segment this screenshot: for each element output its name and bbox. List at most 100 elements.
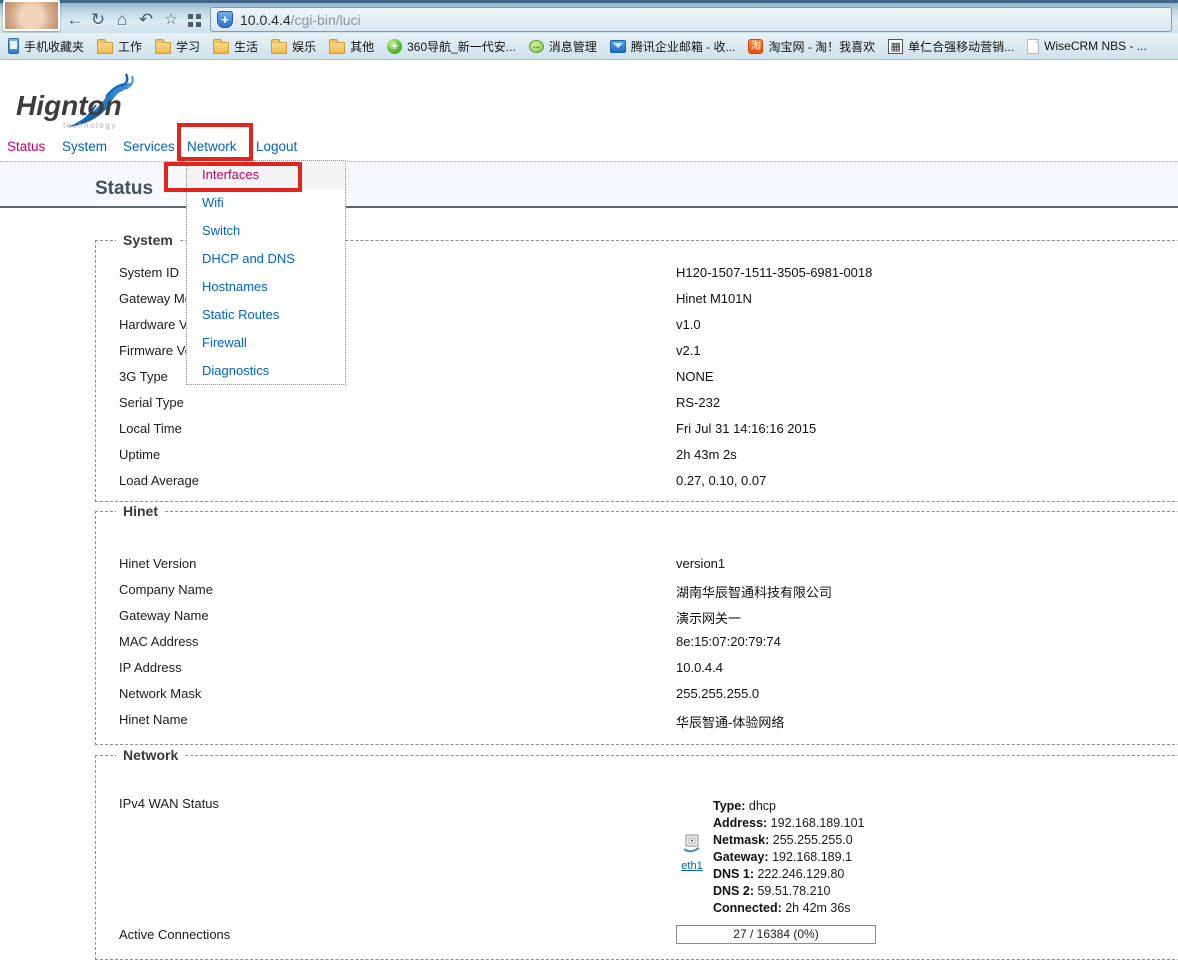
bookmark-item[interactable]: 娱乐 xyxy=(271,38,316,55)
menu-item-diagnostics[interactable]: Diagnostics xyxy=(187,357,345,385)
highlight-box-interfaces xyxy=(164,162,302,192)
highlight-box-network xyxy=(177,123,253,161)
star-icon[interactable]: ☆ xyxy=(159,8,183,32)
info-row: Serial Type RS-232 xyxy=(96,390,1178,416)
row-value: Hinet M101N xyxy=(676,291,752,306)
nav-item-logout[interactable]: Logout xyxy=(256,139,297,154)
home-icon[interactable]: ⌂ xyxy=(110,8,134,32)
360-icon xyxy=(387,39,402,54)
bookmark-label: 单仁合强移动营销... xyxy=(908,38,1014,55)
interface-eth1[interactable]: eth1 xyxy=(679,834,705,872)
apps-grid-icon[interactable] xyxy=(188,14,201,27)
row-value: RS-232 xyxy=(676,395,720,410)
bookmark-item[interactable]: 360导航_新一代安... xyxy=(387,38,516,55)
nav-item-status[interactable]: Status xyxy=(7,139,45,154)
bookmark-item[interactable]: 生活 xyxy=(213,38,258,55)
mail-icon xyxy=(610,40,626,53)
folder-icon xyxy=(155,42,171,54)
row-value: v2.1 xyxy=(676,343,701,358)
row-value: version1 xyxy=(676,556,725,571)
bookmark-label: 娱乐 xyxy=(292,38,316,55)
row-label: Hinet Name xyxy=(119,712,188,727)
bookmark-label: WiseCRM NBS - ... xyxy=(1044,39,1147,53)
row-label: Gateway Name xyxy=(119,608,209,623)
info-row: Hinet Name 华辰智通-体验网络 xyxy=(96,707,1178,733)
back-icon[interactable]: ← xyxy=(63,8,87,32)
row-label: Load Average xyxy=(119,473,199,488)
bookmark-item[interactable]: WiseCRM NBS - ... xyxy=(1027,39,1147,54)
wan-detail-line: Gateway: 192.168.189.1 xyxy=(713,849,865,866)
url-path: /cgi-bin/luci xyxy=(291,12,361,28)
row-label: Uptime xyxy=(119,447,160,462)
row-value: 2h 43m 2s xyxy=(676,447,737,462)
bookmark-item[interactable]: 消息管理 xyxy=(529,38,597,55)
brand-logo: Hignton xyxy=(16,90,122,122)
bookmarks-bar: 手机收藏夹 工作 学习 生活 娱乐 其他 360导航_新一代安... 消息管理 … xyxy=(0,33,1178,60)
bookmark-item[interactable]: 工作 xyxy=(97,38,142,55)
menu-item-switch[interactable]: Switch xyxy=(187,217,345,245)
row-value: 8e:15:07:20:79:74 xyxy=(676,634,781,649)
connections-progress-bar: 27 / 16384 (0%) xyxy=(676,925,876,944)
menu-item-firewall[interactable]: Firewall xyxy=(187,329,345,357)
nav-item-services[interactable]: Services xyxy=(123,139,175,154)
info-row: Network Mask255.255.255.0 xyxy=(96,681,1178,707)
info-row: MAC Address8e:15:07:20:79:74 xyxy=(96,629,1178,655)
info-row: Uptime 2h 43m 2s xyxy=(96,442,1178,468)
url-text: 10.0.4.4/cgi-bin/luci xyxy=(240,12,361,28)
active-connections-label: Active Connections xyxy=(119,927,230,942)
page-icon xyxy=(1027,39,1039,54)
row-label: 3G Type xyxy=(119,369,168,384)
bookmark-label: 学习 xyxy=(176,38,200,55)
page-title: Status xyxy=(95,178,153,200)
eth1-link[interactable]: eth1 xyxy=(679,860,705,872)
folder-icon xyxy=(97,42,113,54)
bookmark-label: 消息管理 xyxy=(549,38,597,55)
wan-status-label: IPv4 WAN Status xyxy=(119,796,219,811)
phone-icon xyxy=(8,38,19,54)
marketing-icon xyxy=(888,39,903,54)
address-bar[interactable]: + 10.0.4.4/cgi-bin/luci xyxy=(210,7,1172,32)
undo-icon[interactable]: ↶ xyxy=(134,8,158,32)
menu-item-static-routes[interactable]: Static Routes xyxy=(187,301,345,329)
row-value: v1.0 xyxy=(676,317,701,332)
bookmark-item[interactable]: 学习 xyxy=(155,38,200,55)
bookmark-item[interactable]: 腾讯企业邮箱 - 收... xyxy=(610,38,736,55)
bookmark-label: 工作 xyxy=(118,38,142,55)
wan-detail-line: Connected: 2h 42m 36s xyxy=(713,900,865,917)
info-row: Company Name湖南华辰智通科技有限公司 xyxy=(96,577,1178,603)
menu-item-dhcp-and-dns[interactable]: DHCP and DNS xyxy=(187,245,345,273)
row-label: IP Address xyxy=(119,660,182,675)
row-label: Local Time xyxy=(119,421,182,436)
info-row: Local TimeFri Jul 31 14:16:16 2015 xyxy=(96,416,1178,442)
row-value: 华辰智通-体验网络 xyxy=(676,712,784,731)
row-label: Hinet Version xyxy=(119,556,196,571)
nav-item-system[interactable]: System xyxy=(62,139,107,154)
menu-item-hostnames[interactable]: Hostnames xyxy=(187,273,345,301)
user-avatar[interactable] xyxy=(3,0,60,31)
row-value: 湖南华辰智通科技有限公司 xyxy=(676,582,832,601)
row-label: Network Mask xyxy=(119,686,201,701)
refresh-icon[interactable]: ↻ xyxy=(86,8,110,32)
bookmark-item[interactable]: 手机收藏夹 xyxy=(8,38,84,55)
bookmark-label: 手机收藏夹 xyxy=(24,38,84,55)
bookmark-item[interactable]: 其他 xyxy=(329,38,374,55)
bookmark-label: 其他 xyxy=(350,38,374,55)
folder-icon xyxy=(329,42,345,54)
info-row: Gateway Name演示网关一 xyxy=(96,603,1178,629)
row-value: H120-1507-1511-3505-6981-0018 xyxy=(676,265,872,280)
info-row: Load Average0.27, 0.10, 0.07 xyxy=(96,468,1178,494)
hinet-section: Hinet Hinet Versionversion1 Company Name… xyxy=(95,511,1178,745)
bookmark-label: 360导航_新一代安... xyxy=(407,38,516,55)
bookmark-item[interactable]: 淘宝网 - 淘！我喜欢 xyxy=(748,38,875,55)
wan-detail-line: Type: dhcp xyxy=(713,798,865,815)
shield-plus-icon[interactable]: + xyxy=(217,11,233,28)
wan-detail-line: Address: 192.168.189.101 xyxy=(713,815,865,832)
info-row: Hinet Version version1 xyxy=(96,551,1178,577)
bookmark-label: 生活 xyxy=(234,38,258,55)
bookmark-label: 腾讯企业邮箱 - 收... xyxy=(631,38,736,55)
bookmark-item[interactable]: 单仁合强移动营销... xyxy=(888,38,1014,55)
message-icon xyxy=(529,40,544,53)
menu-item-wifi[interactable]: Wifi xyxy=(187,189,345,217)
row-label: Serial Type xyxy=(119,395,184,410)
system-legend: System xyxy=(116,232,180,248)
